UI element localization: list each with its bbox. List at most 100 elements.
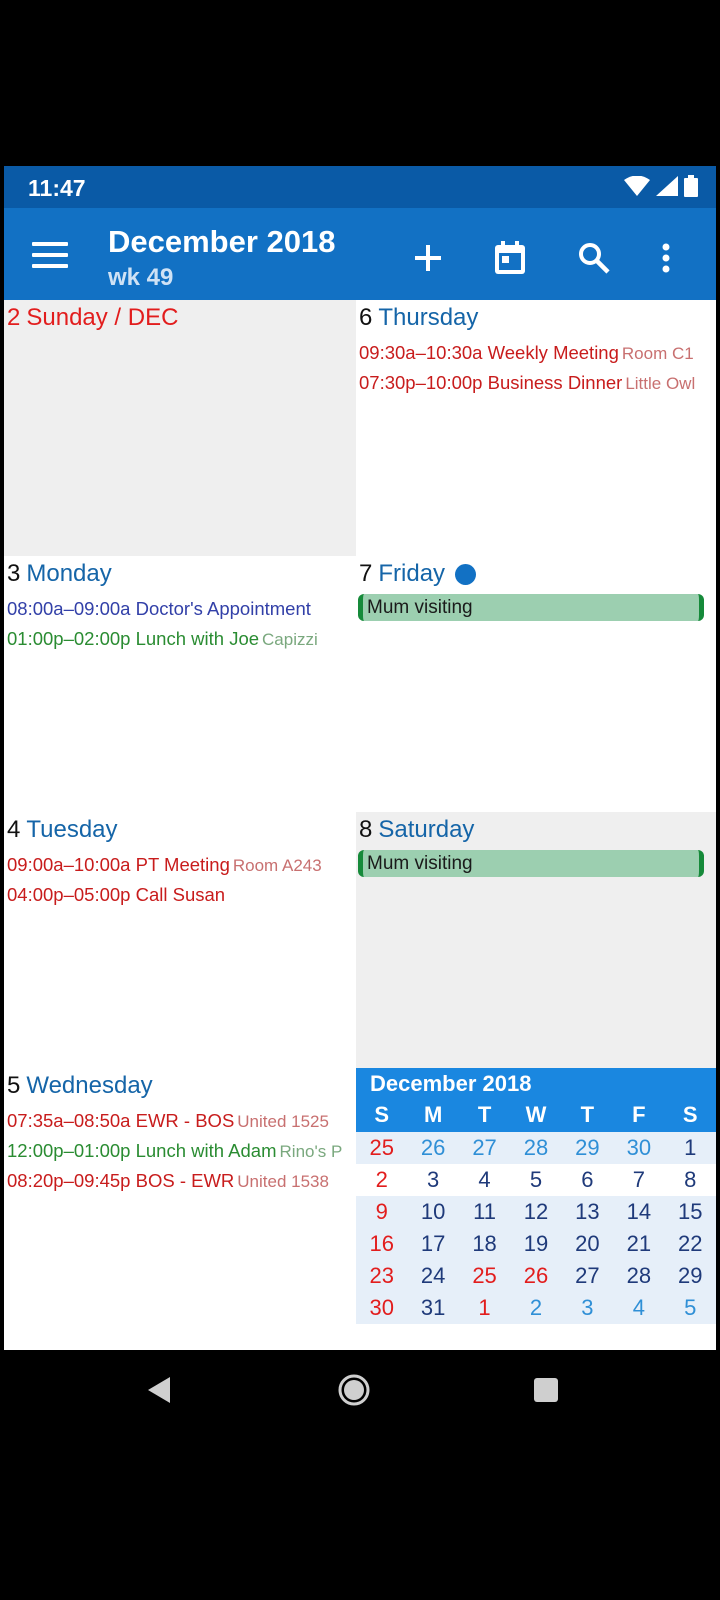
calendar-day[interactable]: 6 xyxy=(562,1164,613,1196)
day-cell-friday[interactable]: 7 Friday Mum visiting xyxy=(356,556,716,817)
signal-icon xyxy=(656,176,678,196)
day-number: 8 xyxy=(359,816,373,843)
event-item[interactable]: 04:00p–05:00p Call Susan xyxy=(7,884,228,906)
day-cell-sunday[interactable]: 2 Sunday / DEC xyxy=(4,300,356,561)
calendar-day[interactable]: 28 xyxy=(510,1132,561,1164)
calendar-day[interactable]: 10 xyxy=(407,1196,458,1228)
calendar-day[interactable]: 2 xyxy=(510,1292,561,1324)
calendar-day[interactable]: 5 xyxy=(665,1292,716,1324)
calendar-day[interactable]: 27 xyxy=(562,1260,613,1292)
calendar-day[interactable]: 3 xyxy=(562,1292,613,1324)
calendar-day[interactable]: 25 xyxy=(356,1132,407,1164)
calendar-day[interactable]: 17 xyxy=(407,1228,458,1260)
mini-calendar: December 2018 SMTWTFS 25 26 27 28 29 30 1 2 3 4 5 6… xyxy=(356,1068,716,1350)
day-header: 3 Monday xyxy=(7,560,112,588)
mini-calendar-header: December 2018 S M T W T F S xyxy=(356,1068,716,1132)
calendar-day[interactable]: 4 xyxy=(459,1164,510,1196)
calendar-day[interactable]: 23 xyxy=(356,1260,407,1292)
calendar-week-row: 23 24 25 26 27 28 29 xyxy=(356,1260,716,1292)
all-day-event[interactable]: Mum visiting xyxy=(358,594,704,621)
calendar-day[interactable]: 4 xyxy=(613,1292,664,1324)
event-item[interactable]: 08:00a–09:00a Doctor's Appointment xyxy=(7,598,314,620)
weekday-label: M xyxy=(423,1102,443,1127)
calendar-day[interactable]: 26 xyxy=(407,1132,458,1164)
day-number: 4 xyxy=(7,816,21,843)
calendar-day[interactable]: 5 xyxy=(510,1164,561,1196)
calendar-day[interactable]: 30 xyxy=(356,1292,407,1324)
app-screen: 11:47 December 2018 wk 49 2Sunday / DEC xyxy=(4,166,716,1350)
menu-icon[interactable] xyxy=(32,242,68,272)
calendar-day[interactable]: 12 xyxy=(510,1196,561,1228)
day-header: 7 Friday xyxy=(359,560,477,588)
calendar-day[interactable]: 21 xyxy=(613,1228,664,1260)
event-item[interactable]: 09:30a–10:30a Weekly Meeting Room C1 xyxy=(359,342,694,364)
calendar-week-row: 2345678 xyxy=(356,1164,716,1196)
go-to-date-button[interactable] xyxy=(488,236,532,280)
day-name: Sunday / DEC xyxy=(26,304,179,331)
day-cell-tuesday[interactable]: 4 Tuesday 09:00a–10:00a PT Meeting Room A2… xyxy=(4,812,356,1073)
calendar-day[interactable]: 16 xyxy=(356,1228,407,1260)
back-icon[interactable] xyxy=(146,1376,172,1404)
day-header: 5 Wednesday xyxy=(7,1072,153,1100)
event-item[interactable]: 07:35a–08:50a EWR - BOS United 1525 xyxy=(7,1110,329,1132)
app-bar: December 2018 wk 49 xyxy=(4,208,716,308)
day-name: Saturday xyxy=(378,816,475,843)
calendar-day[interactable]: 30 xyxy=(613,1132,664,1164)
day-cell-wednesday[interactable]: 5 Wednesday 07:35a–08:50a EWR - BOS United… xyxy=(4,1068,356,1350)
search-button[interactable] xyxy=(572,236,616,280)
wifi-icon xyxy=(624,176,650,196)
add-event-button[interactable] xyxy=(406,236,450,280)
day-cell-saturday[interactable]: 8 Saturday Mum visiting xyxy=(356,812,716,1073)
calendar-day[interactable]: 1 xyxy=(459,1292,510,1324)
event-item[interactable]: 07:30p–10:00p Business Dinner Little Owl xyxy=(359,372,695,394)
day-header: 8 Saturday xyxy=(359,816,474,844)
calendar-week-row: 25 26 27 28 29 30 1 xyxy=(356,1132,716,1164)
calendar-day[interactable]: 15 xyxy=(665,1196,716,1228)
day-header: 6 Thursday xyxy=(359,304,478,332)
calendar-day[interactable]: 29 xyxy=(665,1260,716,1292)
day-name: Monday xyxy=(26,560,112,587)
event-item[interactable]: 08:20p–09:45p BOS - EWR United 1538 xyxy=(7,1170,329,1192)
overflow-menu-button[interactable] xyxy=(644,236,688,280)
calendar-day[interactable]: 18 xyxy=(459,1228,510,1260)
status-time: 11:47 xyxy=(28,175,86,201)
calendar-day[interactable]: 3 xyxy=(407,1164,458,1196)
calendar-day[interactable]: 25 xyxy=(459,1260,510,1292)
day-name: Thursday xyxy=(378,304,479,331)
status-bar: 11:47 xyxy=(4,166,716,208)
home-icon[interactable] xyxy=(338,1374,370,1406)
weekday-label: T xyxy=(477,1102,492,1127)
event-item[interactable]: 12:00p–01:00p Lunch with Adam Rino's P xyxy=(7,1140,342,1162)
event-item[interactable]: 09:00a–10:00a PT Meeting Room A243 xyxy=(7,854,322,876)
event-item[interactable]: 01:00p–02:00p Lunch with Joe Capizzi xyxy=(7,628,318,650)
day-number: 3 xyxy=(7,560,21,587)
calendar-day[interactable]: 8 xyxy=(665,1164,716,1196)
calendar-day[interactable]: 7 xyxy=(613,1164,664,1196)
calendar-day[interactable]: 1 xyxy=(665,1132,716,1164)
calendar-day[interactable]: 28 xyxy=(613,1260,664,1292)
calendar-icon xyxy=(495,241,525,274)
calendar-day[interactable]: 31 xyxy=(407,1292,458,1324)
page-title[interactable]: December 2018 xyxy=(108,224,336,260)
calendar-day[interactable]: 2 xyxy=(356,1164,407,1196)
calendar-day[interactable]: 13 xyxy=(562,1196,613,1228)
day-cell-thursday[interactable]: 6 Thursday 09:30a–10:30a Weekly Meeting Ro… xyxy=(356,300,716,561)
recents-icon[interactable] xyxy=(533,1377,559,1403)
calendar-day[interactable]: 29 xyxy=(562,1132,613,1164)
mini-calendar-grid: 25 26 27 28 29 30 1 2 3 4 5 6 7 8 9 10 11 12 13 14 15 16 17 18 1… xyxy=(356,1132,716,1324)
calendar-day[interactable]: 22 xyxy=(665,1228,716,1260)
calendar-day[interactable]: 9 xyxy=(356,1196,407,1228)
calendar-day[interactable]: 14 xyxy=(613,1196,664,1228)
calendar-day[interactable]: 27 xyxy=(459,1132,510,1164)
day-name: Friday xyxy=(378,560,446,587)
calendar-day[interactable]: 26 xyxy=(510,1260,561,1292)
all-day-event[interactable]: Mum visiting xyxy=(358,850,704,877)
mini-calendar-title[interactable]: December 2018 xyxy=(370,1071,531,1097)
calendar-day[interactable]: 19 xyxy=(510,1228,561,1260)
calendar-day[interactable]: 24 xyxy=(407,1260,458,1292)
weekday-label: S xyxy=(682,1102,698,1127)
day-cell-monday[interactable]: 3 Monday 08:00a–09:00a Doctor's Appointme… xyxy=(4,556,356,817)
calendar-day[interactable]: 20 xyxy=(562,1228,613,1260)
day-number: 7 xyxy=(359,560,373,587)
calendar-day[interactable]: 11 xyxy=(459,1196,510,1228)
